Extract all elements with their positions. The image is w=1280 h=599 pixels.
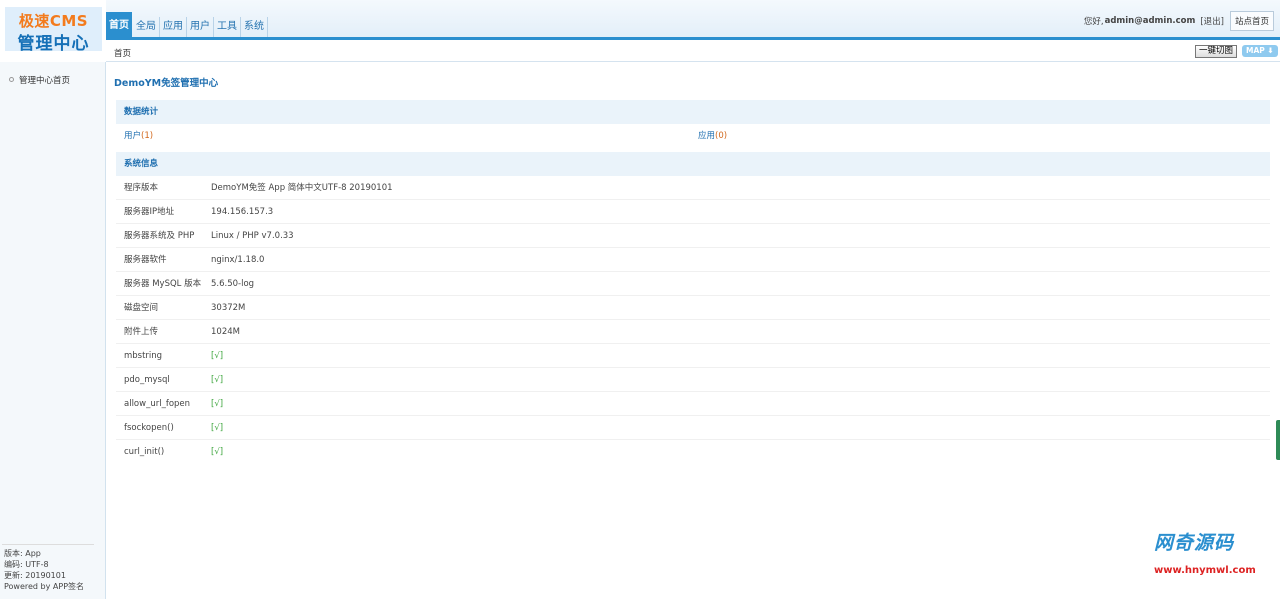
check-mark: [√] [211,351,224,361]
check-mark: [√] [211,447,224,457]
sidebar: 管理中心首页 版本: App 编码: UTF-8 更新: 20190101 Po… [0,62,106,599]
map-button[interactable]: MAP ⬇ [1242,45,1278,57]
sidebar-item-label: 管理中心首页 [19,76,71,86]
table-row: allow_url_fopen [√] [116,392,1270,416]
table-row: 程序版本 DemoYM免签 App 简体中文UTF-8 20190101 [116,176,1270,200]
info-key: fsockopen() [124,423,174,433]
info-value: DemoYM免签 App 简体中文UTF-8 20190101 [211,183,393,193]
stat-apps: 应用(0) [698,124,727,148]
table-row: fsockopen() [√] [116,416,1270,440]
users-link[interactable]: 用户 [124,131,141,141]
info-key: 服务器软件 [124,255,167,265]
page-title: DemoYM免签管理中心 [114,78,219,89]
user-email: admin@admin.com [1104,16,1196,26]
stat-users: 用户(1) [124,124,153,148]
info-key: 服务器IP地址 [124,207,175,217]
info-key: 程序版本 [124,183,159,193]
tab-system[interactable]: 系统 [241,17,268,37]
table-row: 服务器软件 nginx/1.18.0 [116,248,1270,272]
table-row: mbstring [√] [116,344,1270,368]
tab-global[interactable]: 全局 [133,17,160,37]
tab-home[interactable]: 首页 [106,12,132,37]
info-key: curl_init() [124,447,165,457]
version-line: 版本: App [4,549,41,558]
watermark-name: 网奇源码 [1154,532,1235,554]
update-line: 更新: 20190101 [4,571,66,580]
encoding-line: 编码: UTF-8 [4,560,49,569]
apps-count: (0) [715,131,728,141]
divider [2,544,94,545]
logo[interactable]: 极速CMS 管理中心 [5,7,102,54]
table-row: 服务器 MySQL 版本 5.6.50-log [116,272,1270,296]
stats-row: 用户(1) 应用(0) [116,124,1270,148]
logo-title: 极速CMS [18,12,89,30]
info-key: allow_url_fopen [124,399,191,409]
tab-users[interactable]: 用户 [187,17,214,37]
one-click-button[interactable]: 一键切图 [1195,45,1238,58]
check-mark: [√] [211,399,224,409]
info-key: 附件上传 [124,327,159,337]
powered-by-line: Powered by APP签名 [4,582,85,591]
version-info: 版本: App 编码: UTF-8 更新: 20190101 Powered b… [4,548,84,592]
apps-link[interactable]: 应用 [698,131,715,141]
info-value: nginx/1.18.0 [211,255,265,265]
info-value: 30372M [211,303,246,313]
tab-tools[interactable]: 工具 [214,17,241,37]
logo-subtitle: 管理中心 [17,34,90,54]
info-value: Linux / PHP v7.0.33 [211,231,294,241]
watermark-url: www.hnymwl.com [1154,565,1256,576]
watermark: 网奇源码 www.hnymwl.com [1150,528,1258,580]
check-mark: [√] [211,423,224,433]
info-key: pdo_mysql [124,375,170,385]
table-row: pdo_mysql [√] [116,368,1270,392]
side-float-tab[interactable] [1276,420,1280,460]
logout-link[interactable]: [退出] [1200,15,1224,27]
table-row: 磁盘空间 30372M [116,296,1270,320]
header: 极速CMS 管理中心 首页 全局 应用 用户 工具 系统 您好, admin@a… [0,0,1280,62]
main-nav: 首页 全局 应用 用户 工具 系统 [106,12,268,37]
user-bar: 您好, admin@admin.com [退出] 站点首页 [1084,11,1274,31]
main-content: DemoYM免签管理中心 数据统计 用户(1) 应用(0) 系统信息 程序版本 D… [106,62,1280,599]
top-bar: 首页 全局 应用 用户 工具 系统 您好, admin@admin.com [退… [106,0,1280,40]
breadcrumb[interactable]: 首页 [114,47,131,59]
tab-apps[interactable]: 应用 [160,17,187,37]
stats-header: 数据统计 [116,100,1270,124]
table-row: 服务器系统及 PHP Linux / PHP v7.0.33 [116,224,1270,248]
info-key: mbstring [124,351,163,361]
info-value: 5.6.50-log [211,279,255,289]
greeting: 您好, [1083,17,1104,27]
users-count: (1) [141,131,154,141]
table-row: 服务器IP地址 194.156.157.3 [116,200,1270,224]
check-mark: [√] [211,375,224,385]
info-key: 服务器系统及 PHP [124,231,195,241]
site-home-button[interactable]: 站点首页 [1229,11,1274,31]
sidebar-item-dashboard[interactable]: 管理中心首页 [9,74,70,86]
info-key: 服务器 MySQL 版本 [124,279,202,289]
info-key: 磁盘空间 [124,303,159,313]
info-value: 1024M [211,327,240,337]
table-row: curl_init() [√] [116,440,1270,464]
sysinfo-header: 系统信息 [116,152,1270,176]
info-value: 194.156.157.3 [211,207,274,217]
breadcrumb-bar: 首页 一键切图 MAP ⬇ [106,43,1280,62]
bullet-icon [9,77,14,82]
table-row: 附件上传 1024M [116,320,1270,344]
